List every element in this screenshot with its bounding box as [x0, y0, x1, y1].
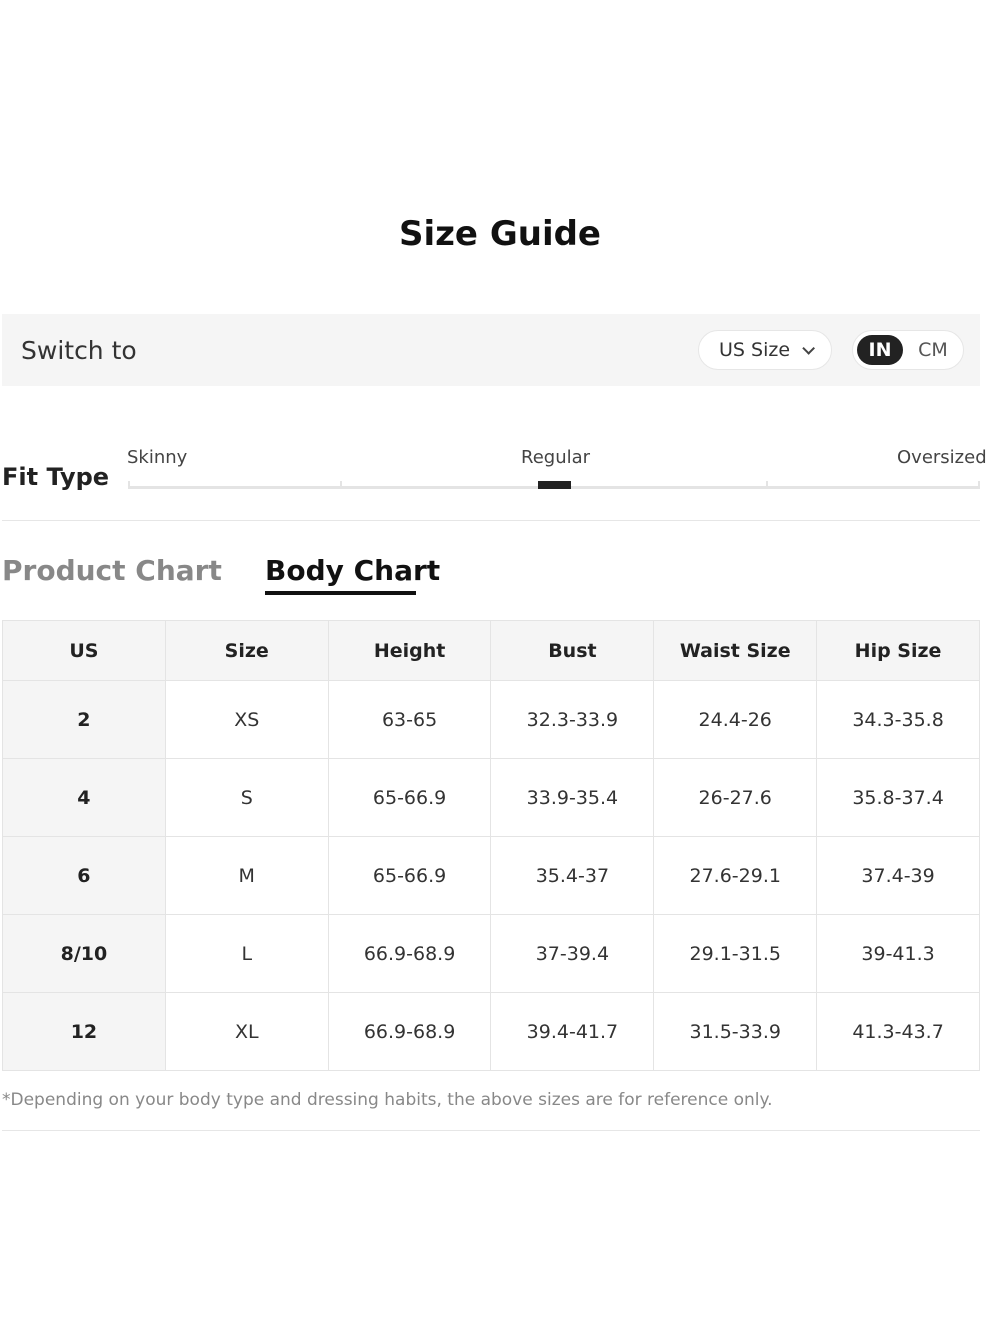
fit-tick [978, 481, 980, 489]
cell-height: 63-65 [327, 680, 492, 759]
fit-option-regular[interactable]: Regular [521, 447, 590, 468]
cell-size: XL [164, 992, 329, 1071]
header-bust: Bust [490, 620, 655, 681]
cell-size: M [164, 836, 329, 915]
fit-tick [340, 481, 342, 489]
header-waist-size: Waist Size [653, 620, 818, 681]
cell-bust: 32.3-33.9 [490, 680, 655, 759]
cell-waist: 24.4-26 [653, 680, 818, 759]
table-row: 2 XS 63-65 32.3-33.9 24.4-26 34.3-35.8 [2, 680, 980, 759]
fit-tick [128, 481, 130, 489]
cell-waist: 29.1-31.5 [653, 914, 818, 993]
cell-us: 2 [2, 680, 166, 759]
unit-toggle: IN CM [852, 330, 964, 370]
header-hip-size: Hip Size [816, 620, 980, 681]
cell-height: 66.9-68.9 [327, 914, 492, 993]
cell-size: S [164, 758, 329, 837]
chevron-down-icon [802, 341, 816, 355]
cell-us: 4 [2, 758, 166, 837]
cell-size: L [164, 914, 329, 993]
switch-label: Switch to [21, 336, 137, 365]
tab-product-chart[interactable]: Product Chart [2, 554, 222, 587]
fit-option-oversized[interactable]: Oversized [897, 447, 987, 468]
cell-height: 66.9-68.9 [327, 992, 492, 1071]
cell-bust: 39.4-41.7 [490, 992, 655, 1071]
cell-waist: 26-27.6 [653, 758, 818, 837]
unit-in-button[interactable]: IN [857, 335, 903, 365]
divider [2, 520, 980, 521]
table-row: 6 M 65-66.9 35.4-37 27.6-29.1 37.4-39 [2, 836, 980, 915]
unit-cm-button[interactable]: CM [913, 335, 953, 365]
table-row: 12 XL 66.9-68.9 39.4-41.7 31.5-33.9 41.3… [2, 992, 980, 1071]
header-size: Size [164, 620, 329, 681]
cell-hip: 41.3-43.7 [816, 992, 980, 1071]
fit-option-skinny[interactable]: Skinny [127, 447, 187, 468]
cell-hip: 39-41.3 [816, 914, 980, 993]
size-system-value: US Size [719, 339, 791, 361]
cell-bust: 35.4-37 [490, 836, 655, 915]
cell-bust: 37-39.4 [490, 914, 655, 993]
table-header-row: US Size Height Bust Waist Size Hip Size [2, 620, 980, 681]
cell-hip: 34.3-35.8 [816, 680, 980, 759]
header-height: Height [327, 620, 492, 681]
cell-size: XS [164, 680, 329, 759]
fit-type-label: Fit Type [2, 463, 110, 491]
size-system-select[interactable]: US Size [698, 330, 832, 370]
table-row: 4 S 65-66.9 33.9-35.4 26-27.6 35.8-37.4 [2, 758, 980, 837]
cell-bust: 33.9-35.4 [490, 758, 655, 837]
fit-selected-marker [538, 481, 571, 489]
size-table: US Size Height Bust Waist Size Hip Size … [2, 620, 980, 1071]
divider [2, 1130, 980, 1131]
cell-us: 6 [2, 836, 166, 915]
cell-height: 65-66.9 [327, 836, 492, 915]
tab-body-chart[interactable]: Body Chart [265, 554, 440, 587]
cell-us: 12 [2, 992, 166, 1071]
cell-hip: 37.4-39 [816, 836, 980, 915]
reference-note: *Depending on your body type and dressin… [2, 1090, 773, 1110]
active-tab-underline [265, 591, 416, 595]
header-us: US [2, 620, 166, 681]
page-title: Size Guide [399, 214, 601, 254]
cell-hip: 35.8-37.4 [816, 758, 980, 837]
switch-bar: Switch to US Size IN CM [2, 314, 980, 386]
fit-tick [766, 481, 768, 489]
cell-waist: 27.6-29.1 [653, 836, 818, 915]
cell-waist: 31.5-33.9 [653, 992, 818, 1071]
cell-us: 8/10 [2, 914, 166, 993]
cell-height: 65-66.9 [327, 758, 492, 837]
table-row: 8/10 L 66.9-68.9 37-39.4 29.1-31.5 39-41… [2, 914, 980, 993]
